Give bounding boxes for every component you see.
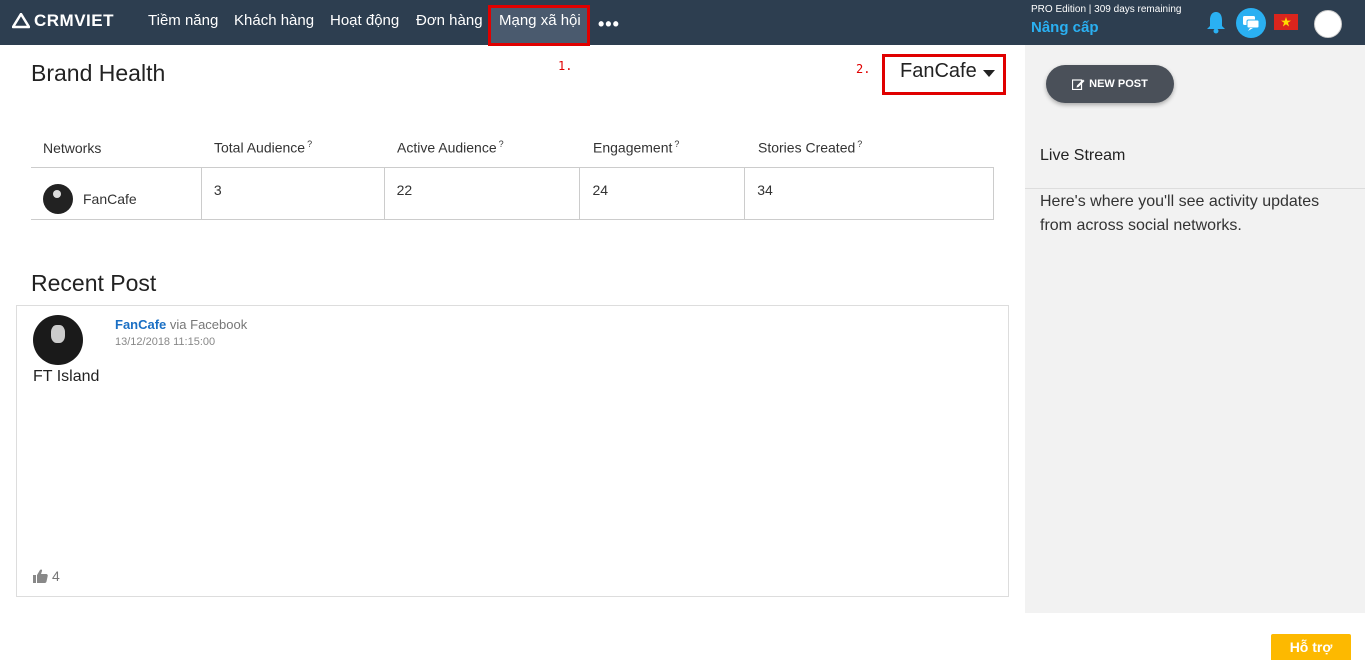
network-cell: FanCafe bbox=[31, 168, 202, 219]
header-engagement: Engagement? bbox=[593, 139, 680, 156]
nav-hoat-dong[interactable]: Hoạt động bbox=[330, 12, 399, 29]
post-author-link[interactable]: FanCafe bbox=[115, 317, 166, 332]
active-audience-value: 22 bbox=[385, 168, 581, 219]
chat-icon[interactable] bbox=[1236, 8, 1266, 38]
table-header: Networks Total Audience? Active Audience… bbox=[31, 128, 994, 168]
header-networks: Networks bbox=[43, 139, 102, 156]
thumbs-up-icon bbox=[33, 569, 48, 583]
caret-down-icon bbox=[982, 70, 995, 77]
edit-icon bbox=[1072, 79, 1085, 90]
recent-post-title: Recent Post bbox=[31, 270, 157, 296]
network-selector[interactable]: FanCafe bbox=[900, 60, 995, 83]
total-audience-value: 3 bbox=[202, 168, 385, 219]
network-avatar bbox=[43, 183, 73, 214]
new-post-button[interactable]: NEW POST bbox=[1046, 65, 1174, 103]
help-button[interactable]: Hỗ trợ bbox=[1271, 634, 1351, 660]
post-source: via Facebook bbox=[166, 317, 248, 332]
network-selector-value: FanCafe bbox=[900, 60, 977, 82]
live-stream-empty-text: Here's where you'll see activity updates… bbox=[1040, 193, 1320, 234]
post-author-avatar[interactable] bbox=[33, 315, 83, 365]
help-icon[interactable]: ? bbox=[499, 139, 504, 149]
annotation-label-1: 1. bbox=[558, 59, 573, 73]
right-panel: NEW POST Live Stream Here's where you'll… bbox=[1025, 45, 1365, 613]
post-author-line: FanCafe via Facebook bbox=[115, 317, 247, 332]
engagement-value: 24 bbox=[580, 168, 746, 219]
post-card: FanCafe via Facebook 13/12/2018 11:15:00… bbox=[16, 305, 1009, 597]
help-icon[interactable]: ? bbox=[307, 139, 312, 149]
logo-text: CRMVIET bbox=[34, 11, 114, 30]
bell-icon[interactable] bbox=[1206, 10, 1226, 39]
post-text: FT Island bbox=[33, 368, 100, 385]
divider bbox=[1025, 188, 1365, 189]
help-icon[interactable]: ? bbox=[674, 139, 679, 149]
upgrade-link[interactable]: Nâng cấp bbox=[1031, 19, 1099, 36]
new-post-label: NEW POST bbox=[1089, 78, 1148, 90]
top-navbar: CRMVIET Tiềm năng Khách hàng Hoạt động Đ… bbox=[0, 0, 1365, 45]
header-active-audience: Active Audience? bbox=[397, 139, 504, 156]
help-icon[interactable]: ? bbox=[857, 139, 862, 149]
nav-khach-hang[interactable]: Khách hàng bbox=[234, 12, 314, 29]
likes-count: 4 bbox=[52, 568, 60, 584]
post-date: 13/12/2018 11:15:00 bbox=[115, 336, 216, 348]
edition-status: PRO Edition | 309 days remaining bbox=[1031, 4, 1182, 15]
table-row: FanCafe 3 22 24 34 bbox=[31, 168, 994, 220]
cloud-icon bbox=[12, 13, 30, 29]
nav-don-hang[interactable]: Đơn hàng bbox=[416, 12, 483, 29]
page-title: Brand Health bbox=[31, 60, 166, 86]
header-stories-created: Stories Created? bbox=[758, 139, 863, 156]
network-name: FanCafe bbox=[83, 190, 137, 207]
nav-mang-xa-hoi[interactable]: Mạng xã hội bbox=[490, 5, 590, 43]
brand-health-table: Networks Total Audience? Active Audience… bbox=[31, 128, 994, 220]
header-total-audience: Total Audience? bbox=[214, 139, 313, 156]
annotation-label-2: 2. bbox=[856, 62, 871, 76]
user-avatar[interactable] bbox=[1314, 10, 1342, 38]
stories-created-value: 34 bbox=[757, 182, 773, 198]
more-menu-icon[interactable]: ••• bbox=[598, 14, 620, 35]
nav-tiem-nang[interactable]: Tiềm năng bbox=[148, 12, 218, 29]
post-likes[interactable]: 4 bbox=[33, 568, 60, 584]
vietnam-flag-icon[interactable] bbox=[1274, 14, 1298, 30]
logo[interactable]: CRMVIET bbox=[12, 11, 114, 31]
live-stream-title: Live Stream bbox=[1040, 147, 1126, 164]
